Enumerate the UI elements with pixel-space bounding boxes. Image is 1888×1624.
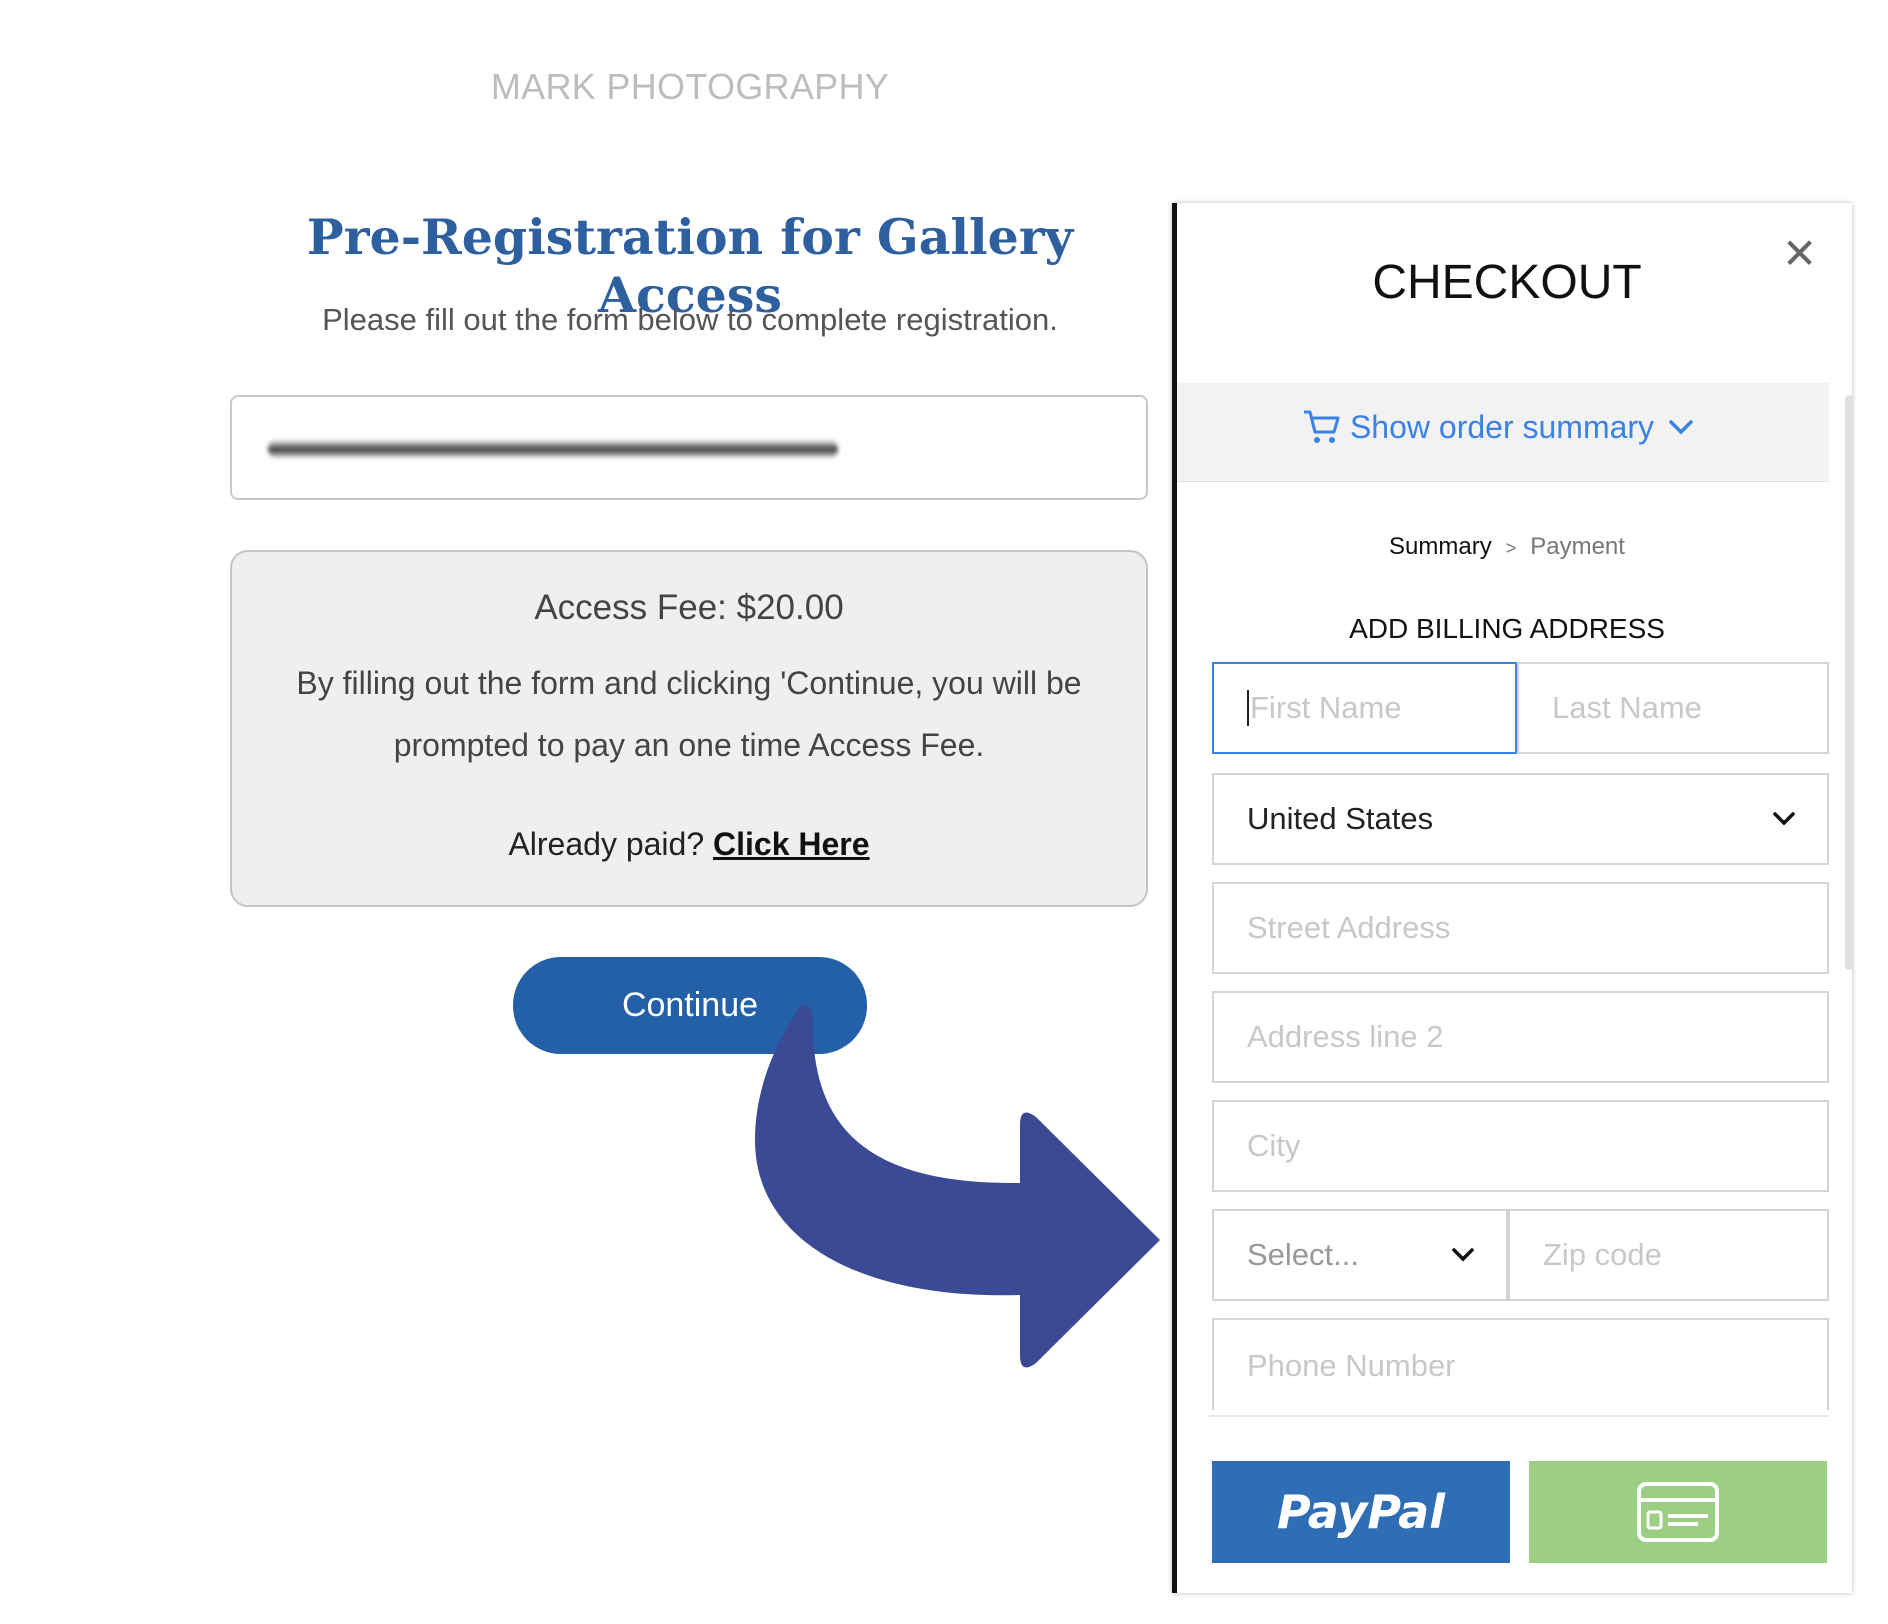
state-select[interactable]: Select... xyxy=(1212,1209,1508,1301)
city-placeholder: City xyxy=(1247,1128,1301,1163)
cart-icon xyxy=(1303,410,1340,443)
redacted-value xyxy=(268,439,838,459)
country-select[interactable]: United States xyxy=(1212,773,1829,865)
checkout-panel: CHECKOUT ✕ Show order summary Summary > Pa… xyxy=(1172,203,1852,1593)
billing-heading: ADD BILLING ADDRESS xyxy=(1349,613,1665,644)
order-summary-toggle[interactable]: Show order summary xyxy=(1177,383,1829,482)
zip-code-placeholder: Zip code xyxy=(1543,1237,1662,1272)
credit-card-icon xyxy=(1637,1482,1719,1542)
click-here-link[interactable]: Click Here xyxy=(713,826,870,862)
zip-code-field[interactable]: Zip code xyxy=(1508,1209,1829,1301)
address-line2-placeholder: Address line 2 xyxy=(1247,1019,1444,1054)
scrollbar[interactable] xyxy=(1845,395,1852,970)
street-address-placeholder: Street Address xyxy=(1247,910,1451,945)
access-fee-box: Access Fee: $20.00 By filling out the fo… xyxy=(230,550,1148,907)
last-name-field[interactable]: Last Name xyxy=(1517,662,1829,754)
access-fee-description: By filling out the form and clicking 'Co… xyxy=(296,665,1082,763)
breadcrumb-summary[interactable]: Summary xyxy=(1389,533,1492,560)
name-input[interactable] xyxy=(230,395,1148,500)
checkout-title: CHECKOUT xyxy=(1372,256,1642,309)
phone-number-placeholder: Phone Number xyxy=(1247,1348,1456,1383)
brand-name: MARK PHOTOGRAPHY xyxy=(490,66,890,107)
address-line2-field[interactable]: Address line 2 xyxy=(1212,991,1829,1083)
last-name-placeholder: Last Name xyxy=(1552,690,1702,725)
street-address-field[interactable]: Street Address xyxy=(1212,882,1829,974)
page-subtitle: Please fill out the form below to comple… xyxy=(322,302,1058,337)
first-name-placeholder: First Name xyxy=(1250,690,1402,725)
breadcrumb-separator: > xyxy=(1505,538,1517,558)
card-payment-button[interactable] xyxy=(1529,1461,1827,1563)
already-paid-line: Already paid? Click Here xyxy=(232,826,1146,863)
paypal-button[interactable]: PayPal xyxy=(1212,1461,1510,1563)
breadcrumb-payment[interactable]: Payment xyxy=(1530,533,1625,560)
breadcrumb: Summary > Payment xyxy=(1177,533,1837,561)
state-value: Select... xyxy=(1247,1237,1359,1272)
divider xyxy=(1207,1415,1829,1417)
order-summary-label: Show order summary xyxy=(1349,408,1655,445)
chevron-down-icon xyxy=(1669,420,1693,435)
country-value: United States xyxy=(1247,801,1434,836)
chevron-down-icon xyxy=(1773,812,1795,826)
already-paid-label: Already paid? xyxy=(508,826,705,862)
access-fee-title: Access Fee: $20.00 xyxy=(534,588,844,627)
city-field[interactable]: City xyxy=(1212,1100,1829,1192)
arrow-right-icon xyxy=(755,1005,1160,1368)
phone-number-field[interactable]: Phone Number xyxy=(1212,1318,1829,1410)
close-icon[interactable]: ✕ xyxy=(1782,233,1817,275)
chevron-down-icon xyxy=(1452,1248,1474,1262)
text-caret xyxy=(1247,690,1249,726)
first-name-field[interactable]: First Name xyxy=(1212,662,1517,754)
